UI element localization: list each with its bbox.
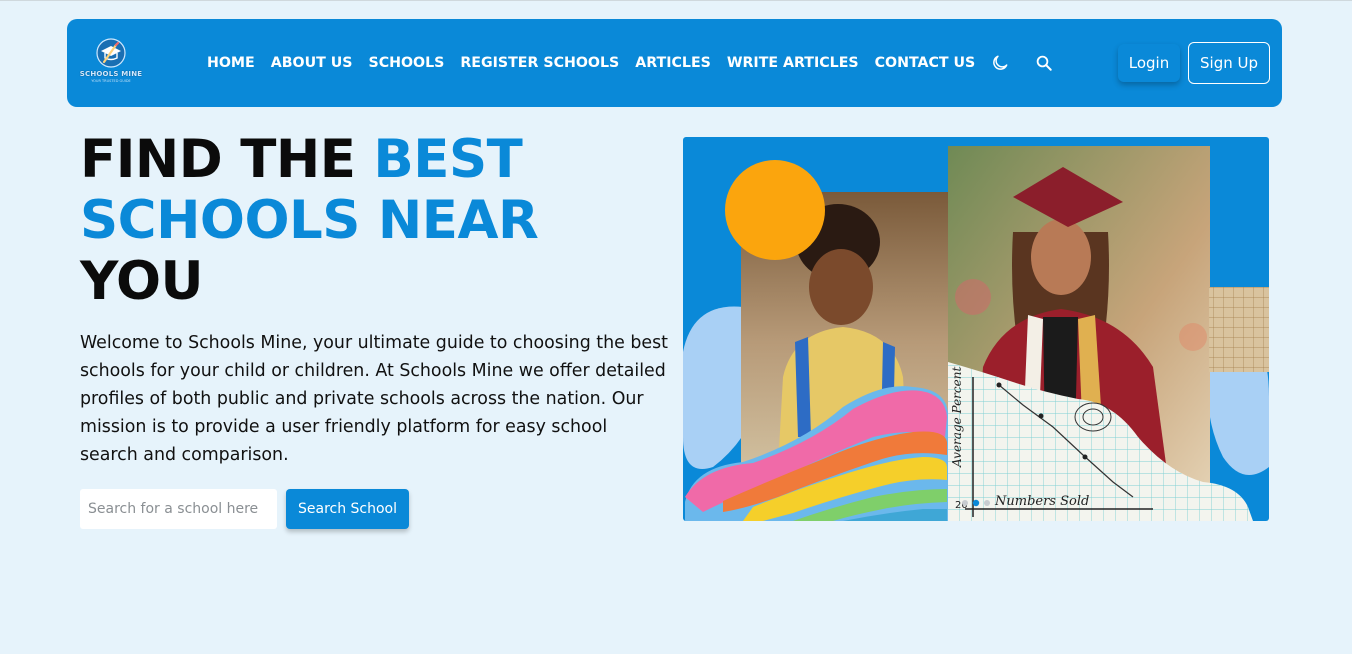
brand-logo[interactable]: SCHOOLS MINE YOUR TRUSTED GUIDE [79,37,143,87]
search-school-button[interactable]: Search School [286,489,409,529]
hero-title-part2: YOU [80,251,204,312]
nav-home[interactable]: HOME [207,55,255,71]
carousel-dot-3[interactable] [984,500,990,506]
chart-xlabel: Numbers Sold [994,494,1089,509]
chart-ylabel: Average Percent [950,367,964,468]
nav-write-articles[interactable]: WRITE ARTICLES [727,55,859,71]
signup-button[interactable]: Sign Up [1188,42,1270,84]
nav-schools[interactable]: SCHOOLS [368,55,444,71]
search-icon [1036,55,1052,71]
hero-title: FIND THE BEST SCHOOLS NEAR YOU [80,129,640,312]
graduation-cap-pencil-icon [96,38,126,68]
login-button[interactable]: Login [1118,44,1180,82]
hero-title-part1: FIND THE [80,129,374,190]
school-search-input[interactable] [80,489,277,529]
moon-icon [993,55,1008,70]
hero-collage-illustration: Average Percent Numbers Sold 20 [683,146,1269,521]
theme-toggle-button[interactable] [989,52,1011,74]
hero-image: Average Percent Numbers Sold 20 [683,137,1269,521]
brand-name: SCHOOLS MINE [79,70,143,78]
nav-articles[interactable]: ARTICLES [635,55,711,71]
hero-description: Welcome to Schools Mine, your ultimate g… [80,333,668,465]
carousel-dot-1[interactable] [962,500,968,506]
navbar: SCHOOLS MINE YOUR TRUSTED GUIDE HOME ABO… [67,19,1282,107]
nav-contact-us[interactable]: CONTACT US [875,55,976,71]
brand-tagline: YOUR TRUSTED GUIDE [91,79,131,83]
search-toggle-button[interactable] [1033,52,1055,74]
carousel-dot-2[interactable] [972,499,980,507]
nav-about-us[interactable]: ABOUT US [271,55,353,71]
main-nav: HOME ABOUT US SCHOOLS REGISTER SCHOOLS A… [207,19,975,107]
nav-register-schools[interactable]: REGISTER SCHOOLS [460,55,619,71]
